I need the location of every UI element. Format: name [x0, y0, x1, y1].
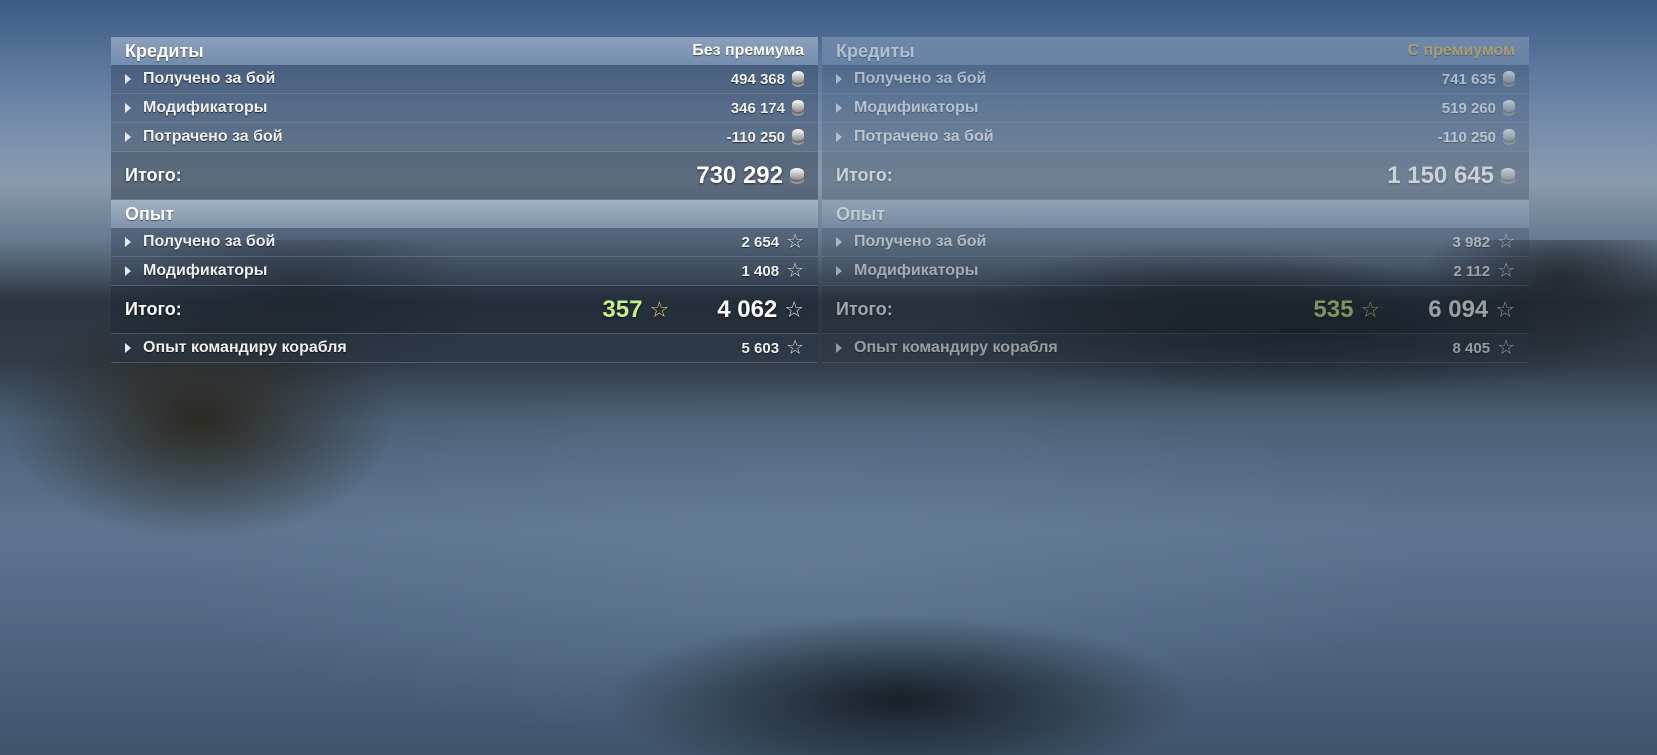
xp-star-icon: ☆ [1497, 337, 1515, 359]
free-xp-bonus: 357 ☆ [602, 296, 669, 324]
credits-row-modifiers[interactable]: Модификаторы 346 174 [111, 94, 818, 123]
row-value: 8 405 [1452, 339, 1491, 357]
credits-icon [790, 167, 804, 180]
expand-arrow-icon[interactable] [125, 237, 131, 247]
total-label: Итого: [836, 299, 893, 319]
xp-star-icon: ☆ [786, 337, 804, 359]
row-value: 1 408 [741, 262, 780, 280]
row-value: 5 603 [741, 339, 780, 357]
row-value: 3 982 [1452, 233, 1491, 251]
xp-star-icon: ☆ [786, 231, 804, 253]
row-value: -110 250 [1437, 128, 1496, 146]
credits-row-earned[interactable]: Получено за бой 741 635 [822, 65, 1529, 94]
row-label: Получено за бой [854, 70, 987, 87]
free-xp-star-icon: ☆ [649, 296, 670, 322]
credits-icon [1503, 129, 1515, 141]
credits-total: Итого: 1 150 645 [822, 152, 1529, 200]
credits-row-spent[interactable]: Потрачено за бой -110 250 [111, 123, 818, 152]
expand-arrow-icon[interactable] [836, 266, 842, 276]
expand-arrow-icon[interactable] [836, 132, 842, 142]
xp-total: Итого: 357 ☆ 4 062 ☆ [111, 286, 818, 334]
row-label: Модификаторы [854, 262, 979, 279]
row-label: Получено за бой [143, 70, 276, 87]
expand-arrow-icon[interactable] [125, 266, 131, 276]
credits-icon [1503, 71, 1515, 83]
row-label: Модификаторы [143, 99, 268, 116]
total-label: Итого: [125, 165, 182, 185]
credits-header: Кредиты С премиумом [822, 37, 1529, 65]
credits-icon [792, 129, 804, 141]
row-value: 346 174 [730, 99, 785, 117]
xp-total-value: 4 062 [717, 295, 778, 323]
row-label: Модификаторы [143, 262, 268, 279]
credits-title: Кредиты [836, 40, 915, 61]
xp-row-earned[interactable]: Получено за бой 3 982 ☆ [822, 228, 1529, 257]
credits-row-modifiers[interactable]: Модификаторы 519 260 [822, 94, 1529, 123]
row-label: Получено за бой [143, 233, 276, 250]
xp-total: Итого: 535 ☆ 6 094 ☆ [822, 286, 1529, 334]
credits-icon [792, 100, 804, 112]
xp-star-icon: ☆ [1497, 231, 1515, 253]
credits-total: Итого: 730 292 [111, 152, 818, 200]
credits-icon [1501, 167, 1515, 180]
free-xp-bonus: 535 ☆ [1313, 296, 1380, 324]
commander-xp-row[interactable]: Опыт командиру корабля 8 405 ☆ [822, 334, 1529, 363]
credits-icon [792, 71, 804, 83]
xp-star-icon: ☆ [1497, 260, 1515, 282]
credits-header: Кредиты Без премиума [111, 37, 818, 65]
expand-arrow-icon[interactable] [836, 103, 842, 113]
expand-arrow-icon[interactable] [836, 343, 842, 353]
row-value: 2 112 [1453, 262, 1491, 280]
results-panel-no-premium: Кредиты Без премиума Получено за бой 494… [111, 37, 818, 363]
premium-tag: С премиумом [1407, 42, 1515, 59]
credits-total-value: 730 292 [696, 161, 783, 189]
xp-star-icon: ☆ [1495, 296, 1515, 322]
xp-total-value: 6 094 [1428, 295, 1489, 323]
free-xp-star-icon: ☆ [1360, 296, 1381, 322]
row-label: Опыт командиру корабля [854, 339, 1058, 356]
credits-icon [1503, 100, 1515, 112]
xp-star-icon: ☆ [786, 260, 804, 282]
expand-arrow-icon[interactable] [125, 103, 131, 113]
expand-arrow-icon[interactable] [836, 74, 842, 84]
total-label: Итого: [836, 165, 893, 185]
row-label: Получено за бой [854, 233, 987, 250]
row-value: 2 654 [741, 233, 780, 251]
row-value: 741 635 [1441, 70, 1496, 88]
xp-star-icon: ☆ [784, 296, 804, 322]
results-panel-premium: Кредиты С премиумом Получено за бой 741 … [822, 37, 1529, 363]
expand-arrow-icon[interactable] [125, 132, 131, 142]
credits-total-value: 1 150 645 [1387, 161, 1494, 189]
bonus-xp-value: 535 [1313, 295, 1354, 323]
no-premium-tag: Без премиума [692, 42, 804, 59]
xp-row-earned[interactable]: Получено за бой 2 654 ☆ [111, 228, 818, 257]
xp-row-modifiers[interactable]: Модификаторы 2 112 ☆ [822, 257, 1529, 286]
credits-row-earned[interactable]: Получено за бой 494 368 [111, 65, 818, 94]
row-label: Потрачено за бой [143, 128, 283, 145]
xp-header: Опыт [822, 200, 1529, 228]
row-label: Опыт командиру корабля [143, 339, 347, 356]
xp-header: Опыт [111, 200, 818, 228]
credits-row-spent[interactable]: Потрачено за бой -110 250 [822, 123, 1529, 152]
commander-xp-row[interactable]: Опыт командиру корабля 5 603 ☆ [111, 334, 818, 363]
xp-title: Опыт [125, 203, 175, 224]
row-label: Потрачено за бой [854, 128, 994, 145]
row-value: 494 368 [730, 70, 785, 88]
expand-arrow-icon[interactable] [125, 343, 131, 353]
total-label: Итого: [125, 299, 182, 319]
credits-title: Кредиты [125, 40, 204, 61]
xp-title: Опыт [836, 203, 886, 224]
row-value: 519 260 [1441, 99, 1496, 117]
expand-arrow-icon[interactable] [836, 237, 842, 247]
expand-arrow-icon[interactable] [125, 74, 131, 84]
row-value: -110 250 [726, 128, 785, 146]
row-label: Модификаторы [854, 99, 979, 116]
bonus-xp-value: 357 [602, 295, 643, 323]
xp-row-modifiers[interactable]: Модификаторы 1 408 ☆ [111, 257, 818, 286]
